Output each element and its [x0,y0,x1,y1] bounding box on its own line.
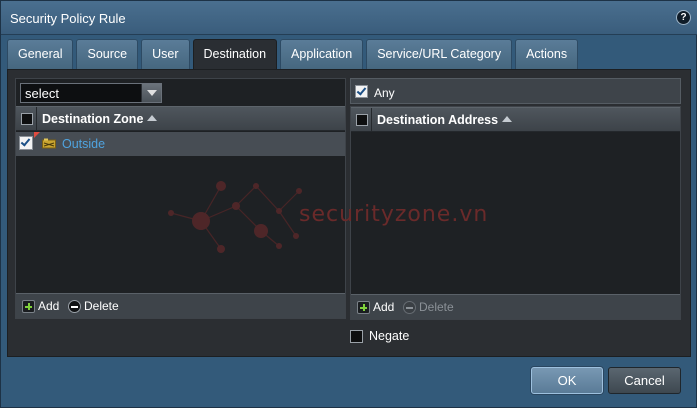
chevron-down-icon[interactable] [141,84,161,102]
any-address-checkbox[interactable] [355,85,368,98]
column-separator [371,108,372,131]
tab-application[interactable]: Application [280,39,364,69]
modified-flag-icon [34,132,40,138]
destination-address-header: Destination Address [351,107,680,132]
select-all-addresses-checkbox[interactable] [356,114,368,126]
any-address-label: Any [374,86,395,100]
tab-destination[interactable]: Destination [192,39,278,69]
destination-address-footer: Add Delete [351,294,680,319]
any-address-row: Any [350,78,681,104]
add-icon [22,299,35,313]
negate-label: Negate [369,329,410,343]
delete-address-button: Delete [403,299,454,315]
destination-zone-footer: Add Delete [16,293,345,318]
delete-icon [403,300,416,314]
tab-actions[interactable]: Actions [515,39,579,69]
zone-name-link[interactable]: Outside [62,137,105,151]
column-separator [36,107,37,130]
watermark-text: securityzone.vn [299,202,489,227]
negate-option[interactable]: Negate [350,328,409,344]
add-address-button[interactable]: Add [357,299,394,315]
add-icon [357,300,370,314]
zone-icon [42,138,56,149]
sort-ascending-icon [147,115,158,121]
tab-general[interactable]: General [7,39,74,69]
dialog-title: Security Policy Rule [10,11,126,26]
checkmark-icon [356,85,367,96]
dialog-titlebar: Security Policy Rule ? [1,1,697,35]
sort-ascending-icon [502,116,513,122]
zone-select-dropdown[interactable]: select [20,83,162,103]
negate-checkbox[interactable] [350,329,363,343]
tab-bar: General Source User Destination Applicat… [7,39,579,69]
zone-row-checkbox[interactable] [19,136,33,150]
help-icon[interactable]: ? [676,10,691,25]
destination-zone-header: Destination Zone [16,106,345,131]
zone-select-value: select [25,86,59,101]
tab-user[interactable]: User [141,39,190,69]
add-zone-button[interactable]: Add [22,298,59,314]
ok-button[interactable]: OK [531,367,603,394]
security-policy-rule-dialog: Security Policy Rule ? General Source Us… [0,0,697,408]
tab-source[interactable]: Source [76,39,139,69]
select-all-zones-checkbox[interactable] [21,113,33,125]
checkmark-icon [20,136,31,147]
table-row[interactable]: Outside [16,132,345,156]
destination-address-column-header[interactable]: Destination Address [377,113,513,127]
cancel-button[interactable]: Cancel [608,367,681,394]
delete-icon [68,299,81,313]
delete-zone-button[interactable]: Delete [68,298,119,314]
tab-service-url-category[interactable]: Service/URL Category [366,39,513,69]
destination-zone-column-header[interactable]: Destination Zone [42,112,158,126]
